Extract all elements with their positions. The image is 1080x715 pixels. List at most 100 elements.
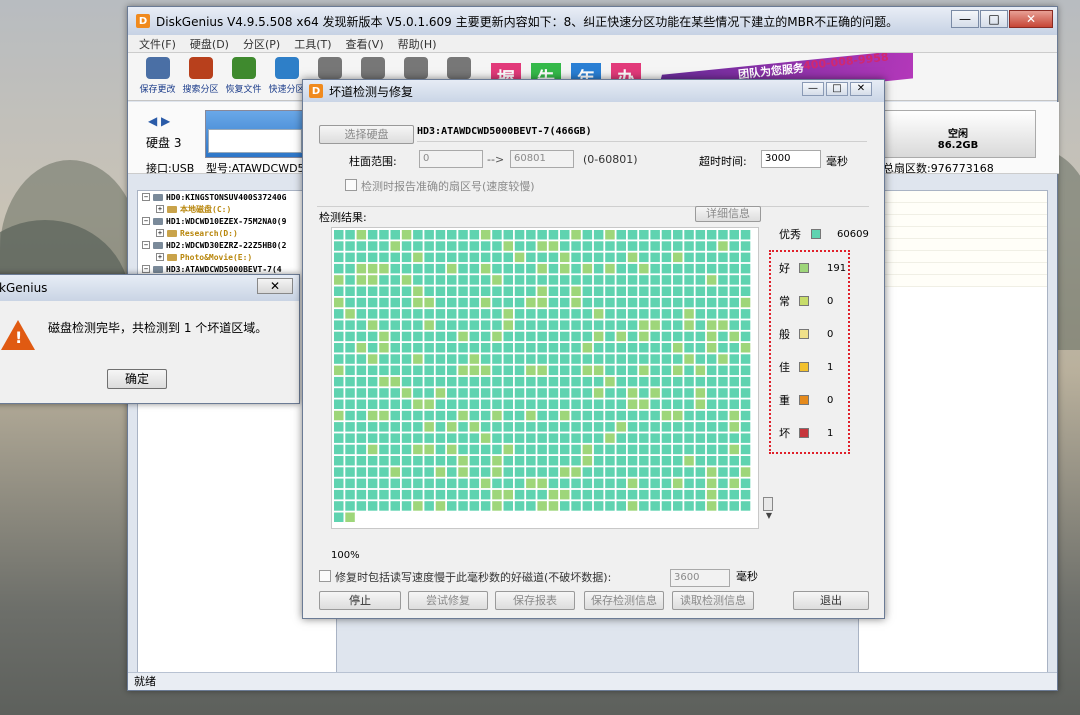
timeout-input[interactable]: 3000 [761,150,821,168]
message-close-button[interactable]: ✕ [257,278,293,294]
sector-block [390,399,400,409]
sector-block [571,331,581,342]
exit-button[interactable]: 退出 [793,591,869,610]
sector-block [560,309,570,319]
dialog-minimize-button[interactable]: — [802,82,824,96]
sector-block [503,388,513,398]
partition-bar[interactable] [205,110,305,158]
minimize-button[interactable]: — [951,10,979,28]
sector-block [401,286,412,296]
partition-icon [167,253,177,261]
sector-block [560,388,570,398]
disk-interface: 接口:USB [146,162,195,175]
range-arrow: --> [487,153,505,166]
cylinder-to-input[interactable]: 60801 [510,150,574,168]
sector-block [537,309,547,319]
sector-block [345,252,355,263]
sector-block [526,433,536,443]
sector-block [367,399,378,409]
sector-block [390,263,400,274]
sector-block [424,388,434,398]
menu-item[interactable]: 查看(V) [339,36,391,52]
quick-partition-icon [274,57,299,79]
sector-block [503,422,513,432]
menu-item[interactable]: 硬盘(D) [183,36,236,52]
save-result-button[interactable]: 保存检测信息 [584,591,664,610]
sector-block [537,501,547,511]
sector-block [582,320,593,330]
expand-icon[interactable]: + [156,229,164,237]
dialog-maximize-button[interactable]: □ [826,82,848,96]
menu-item[interactable]: 分区(P) [236,36,287,52]
sector-block [367,365,378,376]
sector-block [526,456,536,466]
repair-ms-input[interactable]: 3600 [670,569,730,587]
sector-block [367,433,378,443]
sector-block [458,422,468,432]
sector-block [424,241,434,251]
close-button[interactable]: ✕ [1009,10,1053,28]
sector-block [334,252,344,263]
report-sector-checkbox[interactable] [345,179,357,191]
toolbar-button[interactable]: 恢复文件 [222,57,265,95]
sector-block [571,456,581,466]
sector-block [480,230,491,240]
legend-swatch [799,395,809,405]
sector-block [334,320,344,330]
sector-block [616,444,626,455]
sector-block [706,241,717,251]
sector-block [695,433,706,443]
sector-block [424,252,434,263]
save-report-button[interactable]: 保存报表 [495,591,575,610]
expand-icon[interactable]: + [156,253,164,261]
repair-slow-checkbox[interactable] [319,570,331,582]
sector-block [605,252,615,263]
sector-block [367,263,378,274]
sector-block [537,399,547,409]
sector-block [661,489,672,500]
load-result-button[interactable]: 读取检测信息 [672,591,754,610]
detail-button[interactable]: 详细信息 [695,206,761,222]
sector-block [345,263,355,274]
menu-item[interactable]: 工具(T) [287,36,338,52]
sector-block [560,376,570,387]
free-space-block[interactable]: 空闲 86.2GB [880,110,1036,158]
cylinder-from-input[interactable]: 0 [419,150,483,168]
collapse-icon[interactable]: − [142,265,150,273]
collapse-icon[interactable]: − [142,193,150,201]
collapse-icon[interactable]: − [142,217,150,225]
expand-icon[interactable]: + [156,205,164,213]
sector-block [480,263,491,274]
dialog-close-button[interactable]: ✕ [850,82,872,96]
sector-block [661,297,672,308]
menu-item[interactable]: 文件(F) [132,36,183,52]
sector-block [593,388,604,398]
menu-item[interactable]: 帮助(H) [391,36,444,52]
sector-block [740,433,751,443]
try-repair-button[interactable]: 尝试修复 [408,591,488,610]
sector-block [401,230,412,240]
sector-block [729,230,739,240]
grid-scrollbar[interactable]: ▼ [763,497,775,529]
toolbar-button[interactable]: 搜索分区 [179,57,222,95]
disk-nav-arrows[interactable]: ◀ ▶ [148,114,170,128]
sector-block [424,489,434,500]
maximize-button[interactable]: □ [980,10,1008,28]
select-disk-button[interactable]: 选择硬盘 [319,125,414,144]
ok-button[interactable]: 确定 [107,369,167,389]
toolbar-button[interactable]: 保存更改 [136,57,179,95]
sector-block [345,456,355,466]
sector-block [627,376,638,387]
sector-block [740,489,751,500]
sector-block [435,331,446,342]
collapse-icon[interactable]: − [142,241,150,249]
stop-button[interactable]: 停止 [319,591,401,610]
sector-block [345,433,355,443]
sector-block [345,422,355,432]
sector-block [616,478,626,489]
sector-block [526,331,536,342]
sector-block [356,399,367,409]
sector-block [718,478,728,489]
sector-block [390,320,400,330]
sector-block [514,275,525,285]
